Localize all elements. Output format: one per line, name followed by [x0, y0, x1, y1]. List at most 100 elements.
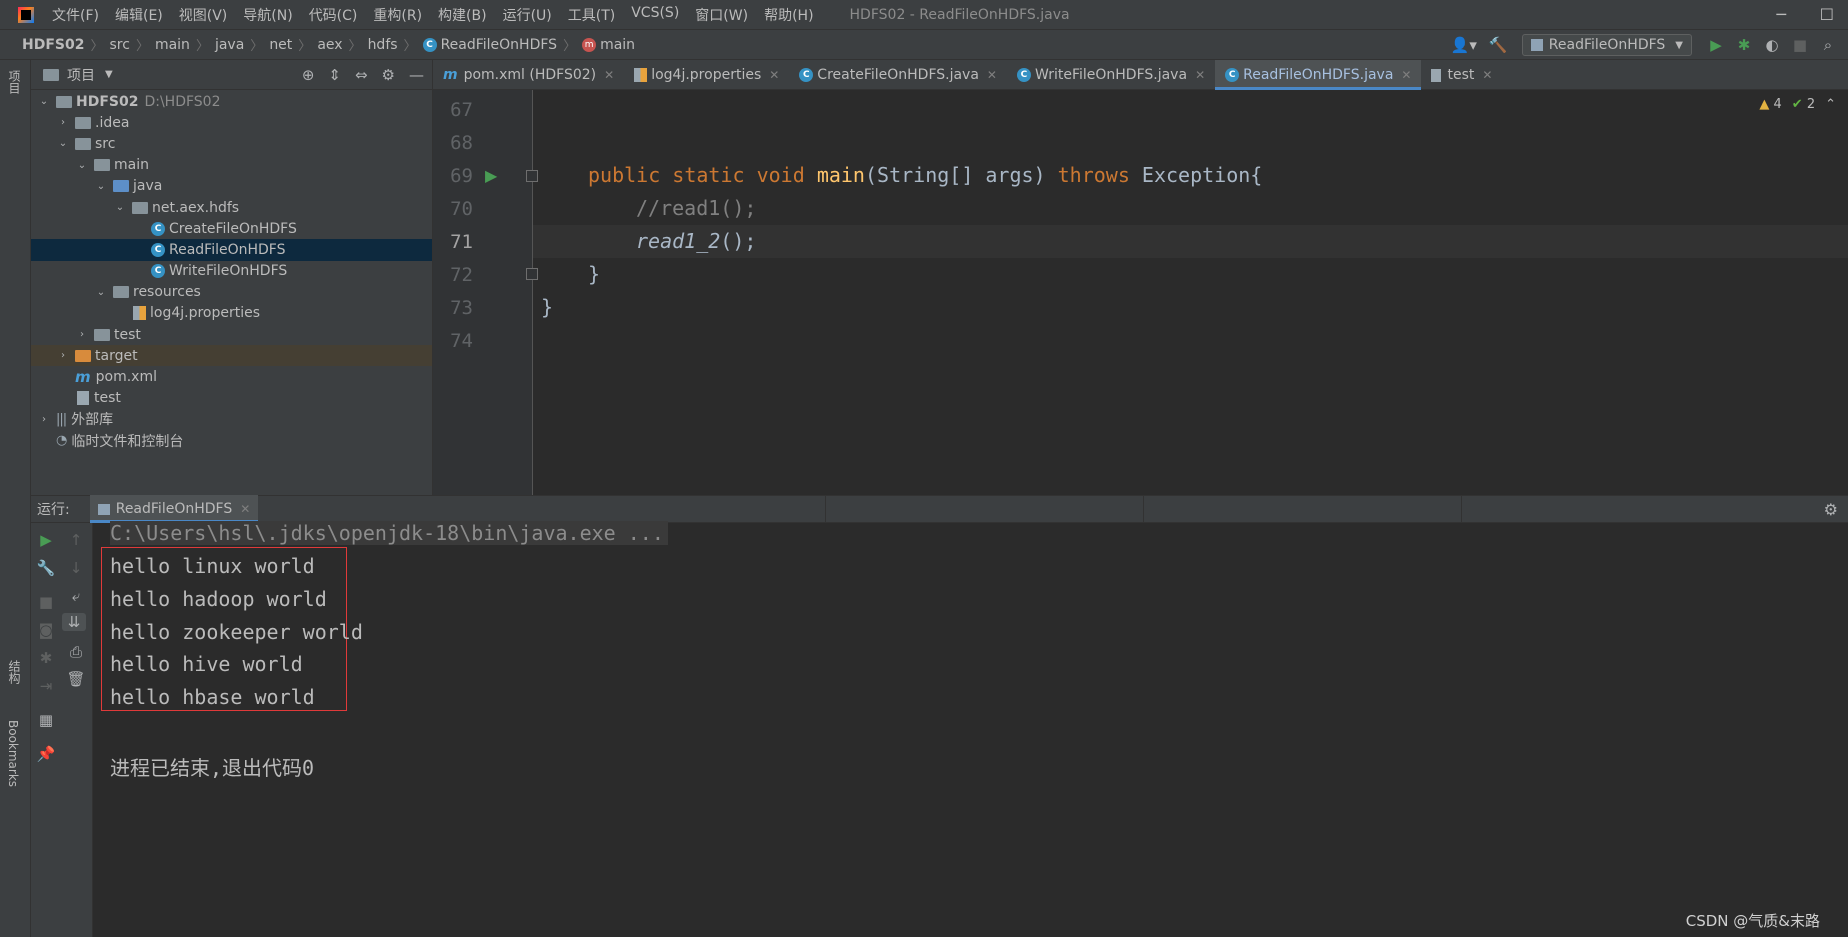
crumb-method[interactable]: main: [600, 37, 635, 53]
tree-item-package[interactable]: ⌄ net.aex.hdfs: [31, 197, 432, 218]
locate-icon[interactable]: ⊕: [302, 66, 315, 84]
crumb-project[interactable]: HDFS02: [22, 37, 84, 53]
tab-pom[interactable]: m pom.xml (HDFS02) ✕: [433, 60, 624, 90]
maximize-icon[interactable]: ☐: [1820, 5, 1834, 24]
run-tab[interactable]: ReadFileOnHDFS ✕: [89, 495, 259, 523]
tree-item-test-folder[interactable]: › test: [31, 324, 432, 345]
tab-log4j[interactable]: log4j.properties ✕: [624, 60, 789, 90]
menu-vcs[interactable]: VCS(S): [623, 5, 687, 25]
inspection-widget[interactable]: ▲ 4 ✔ 2 ⌃: [1759, 97, 1836, 112]
minimize-icon[interactable]: ─: [1776, 5, 1786, 24]
build-hammer-icon[interactable]: 🔨: [1484, 36, 1512, 54]
close-icon[interactable]: ✕: [1482, 68, 1492, 82]
fold-icon[interactable]: [526, 170, 538, 182]
menu-file[interactable]: 文件(F): [44, 5, 107, 25]
arrow-down-icon[interactable]: ↓: [64, 559, 88, 577]
tree-item-java[interactable]: ⌄ java: [31, 176, 432, 197]
chevron-down-icon[interactable]: ⌄: [75, 160, 89, 171]
crumb-src[interactable]: src: [109, 37, 129, 53]
rerun-icon[interactable]: ▶: [34, 531, 58, 549]
chevron-right-icon[interactable]: ›: [37, 414, 51, 425]
run-icon[interactable]: ▶: [1702, 36, 1730, 54]
hide-icon[interactable]: —: [409, 66, 424, 84]
crumb-hdfs[interactable]: hdfs: [368, 37, 398, 53]
coverage-icon[interactable]: ◐: [1758, 36, 1786, 54]
crumb-main[interactable]: main: [155, 37, 190, 53]
chevron-up-icon[interactable]: ⌃: [1825, 97, 1836, 112]
close-icon[interactable]: ✕: [769, 68, 779, 82]
chevron-down-icon[interactable]: ⌄: [94, 287, 108, 298]
trash-icon[interactable]: 🗑: [64, 670, 88, 688]
menu-view[interactable]: 视图(V): [171, 5, 236, 25]
tab-readfile[interactable]: C ReadFileOnHDFS.java ✕: [1215, 60, 1422, 90]
stop-icon[interactable]: ■: [34, 593, 58, 611]
tree-item-writefile[interactable]: C WriteFileOnHDFS: [31, 261, 432, 282]
close-icon[interactable]: ✕: [1401, 68, 1411, 82]
menu-refactor[interactable]: 重构(R): [365, 5, 430, 25]
chevron-down-icon[interactable]: ⌄: [113, 202, 127, 213]
chevron-down-icon[interactable]: ⌄: [56, 138, 70, 149]
menu-help[interactable]: 帮助(H): [756, 5, 821, 25]
run-gutter-icon[interactable]: ▶: [485, 166, 497, 185]
debug-icon[interactable]: ✱: [1730, 36, 1758, 54]
tree-item-scratches[interactable]: ◔ 临时文件和控制台: [31, 430, 432, 451]
expand-all-icon[interactable]: ⇕: [328, 66, 341, 84]
soft-wrap-icon[interactable]: ⤶: [64, 587, 88, 605]
menu-run[interactable]: 运行(U): [495, 5, 560, 25]
stop-icon[interactable]: ■: [1786, 36, 1814, 54]
close-icon[interactable]: ✕: [240, 502, 250, 516]
chevron-right-icon[interactable]: ›: [56, 117, 70, 128]
close-icon[interactable]: ✕: [1195, 68, 1205, 82]
tree-item-readfile[interactable]: C ReadFileOnHDFS: [31, 239, 432, 261]
print-icon[interactable]: ⎙: [64, 643, 88, 661]
structure-tool-button[interactable]: 结构: [6, 660, 23, 684]
menu-code[interactable]: 代码(C): [301, 5, 366, 25]
tree-item-main[interactable]: ⌄ main: [31, 155, 432, 176]
menu-tools[interactable]: 工具(T): [560, 5, 623, 25]
menu-build[interactable]: 构建(B): [430, 5, 495, 25]
run-config-select[interactable]: ReadFileOnHDFS ▼: [1521, 34, 1692, 56]
gear-icon[interactable]: ⚙: [1824, 500, 1838, 519]
login-icon[interactable]: ⇥: [34, 677, 58, 695]
menu-navigate[interactable]: 导航(N): [235, 5, 300, 25]
camera-icon[interactable]: ◙: [34, 621, 58, 639]
user-icon[interactable]: 👤▾: [1444, 36, 1484, 54]
crumb-aex[interactable]: aex: [317, 37, 342, 53]
chevron-down-icon[interactable]: ▼: [105, 69, 113, 80]
tree-item-idea[interactable]: › .idea: [31, 112, 432, 133]
tree-item-createfile[interactable]: C CreateFileOnHDFS: [31, 218, 432, 239]
debug-icon[interactable]: ✱: [34, 649, 58, 667]
menu-window[interactable]: 窗口(W): [687, 5, 756, 25]
close-icon[interactable]: ✕: [987, 68, 997, 82]
chevron-down-icon[interactable]: ⌄: [37, 96, 51, 107]
collapse-all-icon[interactable]: ⇔: [355, 66, 368, 84]
code-editor[interactable]: 67 68 69 70 71 72 73 74 ▶ ▲ 4 ✔ 2 ⌃ publ…: [433, 90, 1848, 495]
tree-item-target[interactable]: › target: [31, 345, 432, 367]
tab-test[interactable]: test ✕: [1421, 60, 1502, 90]
bookmarks-tool-button[interactable]: Bookmarks: [6, 720, 20, 787]
pin-icon[interactable]: 📌: [34, 745, 58, 763]
crumb-net[interactable]: net: [269, 37, 292, 53]
chevron-down-icon[interactable]: ⌄: [94, 181, 108, 192]
tree-item-hdfs02[interactable]: ⌄ HDFS02 D:\HDFS02: [31, 91, 432, 112]
tab-writefile[interactable]: C WriteFileOnHDFS.java ✕: [1007, 60, 1215, 90]
console-output[interactable]: C:\Users\hsl\.jdks\openjdk-18\bin\java.e…: [93, 521, 1848, 937]
wrench-icon[interactable]: 🔧: [34, 559, 58, 577]
gear-icon[interactable]: ⚙: [382, 66, 395, 84]
tree-item-src[interactable]: ⌄ src: [31, 133, 432, 154]
project-tool-button[interactable]: 项目: [6, 70, 23, 94]
crumb-java[interactable]: java: [215, 37, 244, 53]
search-icon[interactable]: ⌕: [1814, 36, 1842, 54]
tree-item-external-libs[interactable]: › ||| 外部库: [31, 409, 432, 430]
scroll-to-end-icon[interactable]: ⇊: [62, 613, 86, 631]
tree-item-resources[interactable]: ⌄ resources: [31, 282, 432, 303]
chevron-right-icon[interactable]: ›: [75, 329, 89, 340]
crumb-class[interactable]: ReadFileOnHDFS: [441, 37, 558, 53]
menu-edit[interactable]: 编辑(E): [107, 5, 171, 25]
tree-item-pom[interactable]: m pom.xml: [31, 366, 432, 387]
tab-createfile[interactable]: C CreateFileOnHDFS.java ✕: [789, 60, 1007, 90]
fold-icon[interactable]: [526, 268, 538, 280]
tree-item-log4j[interactable]: log4j.properties: [31, 303, 432, 324]
close-icon[interactable]: ✕: [604, 68, 614, 82]
chevron-right-icon[interactable]: ›: [56, 350, 70, 361]
